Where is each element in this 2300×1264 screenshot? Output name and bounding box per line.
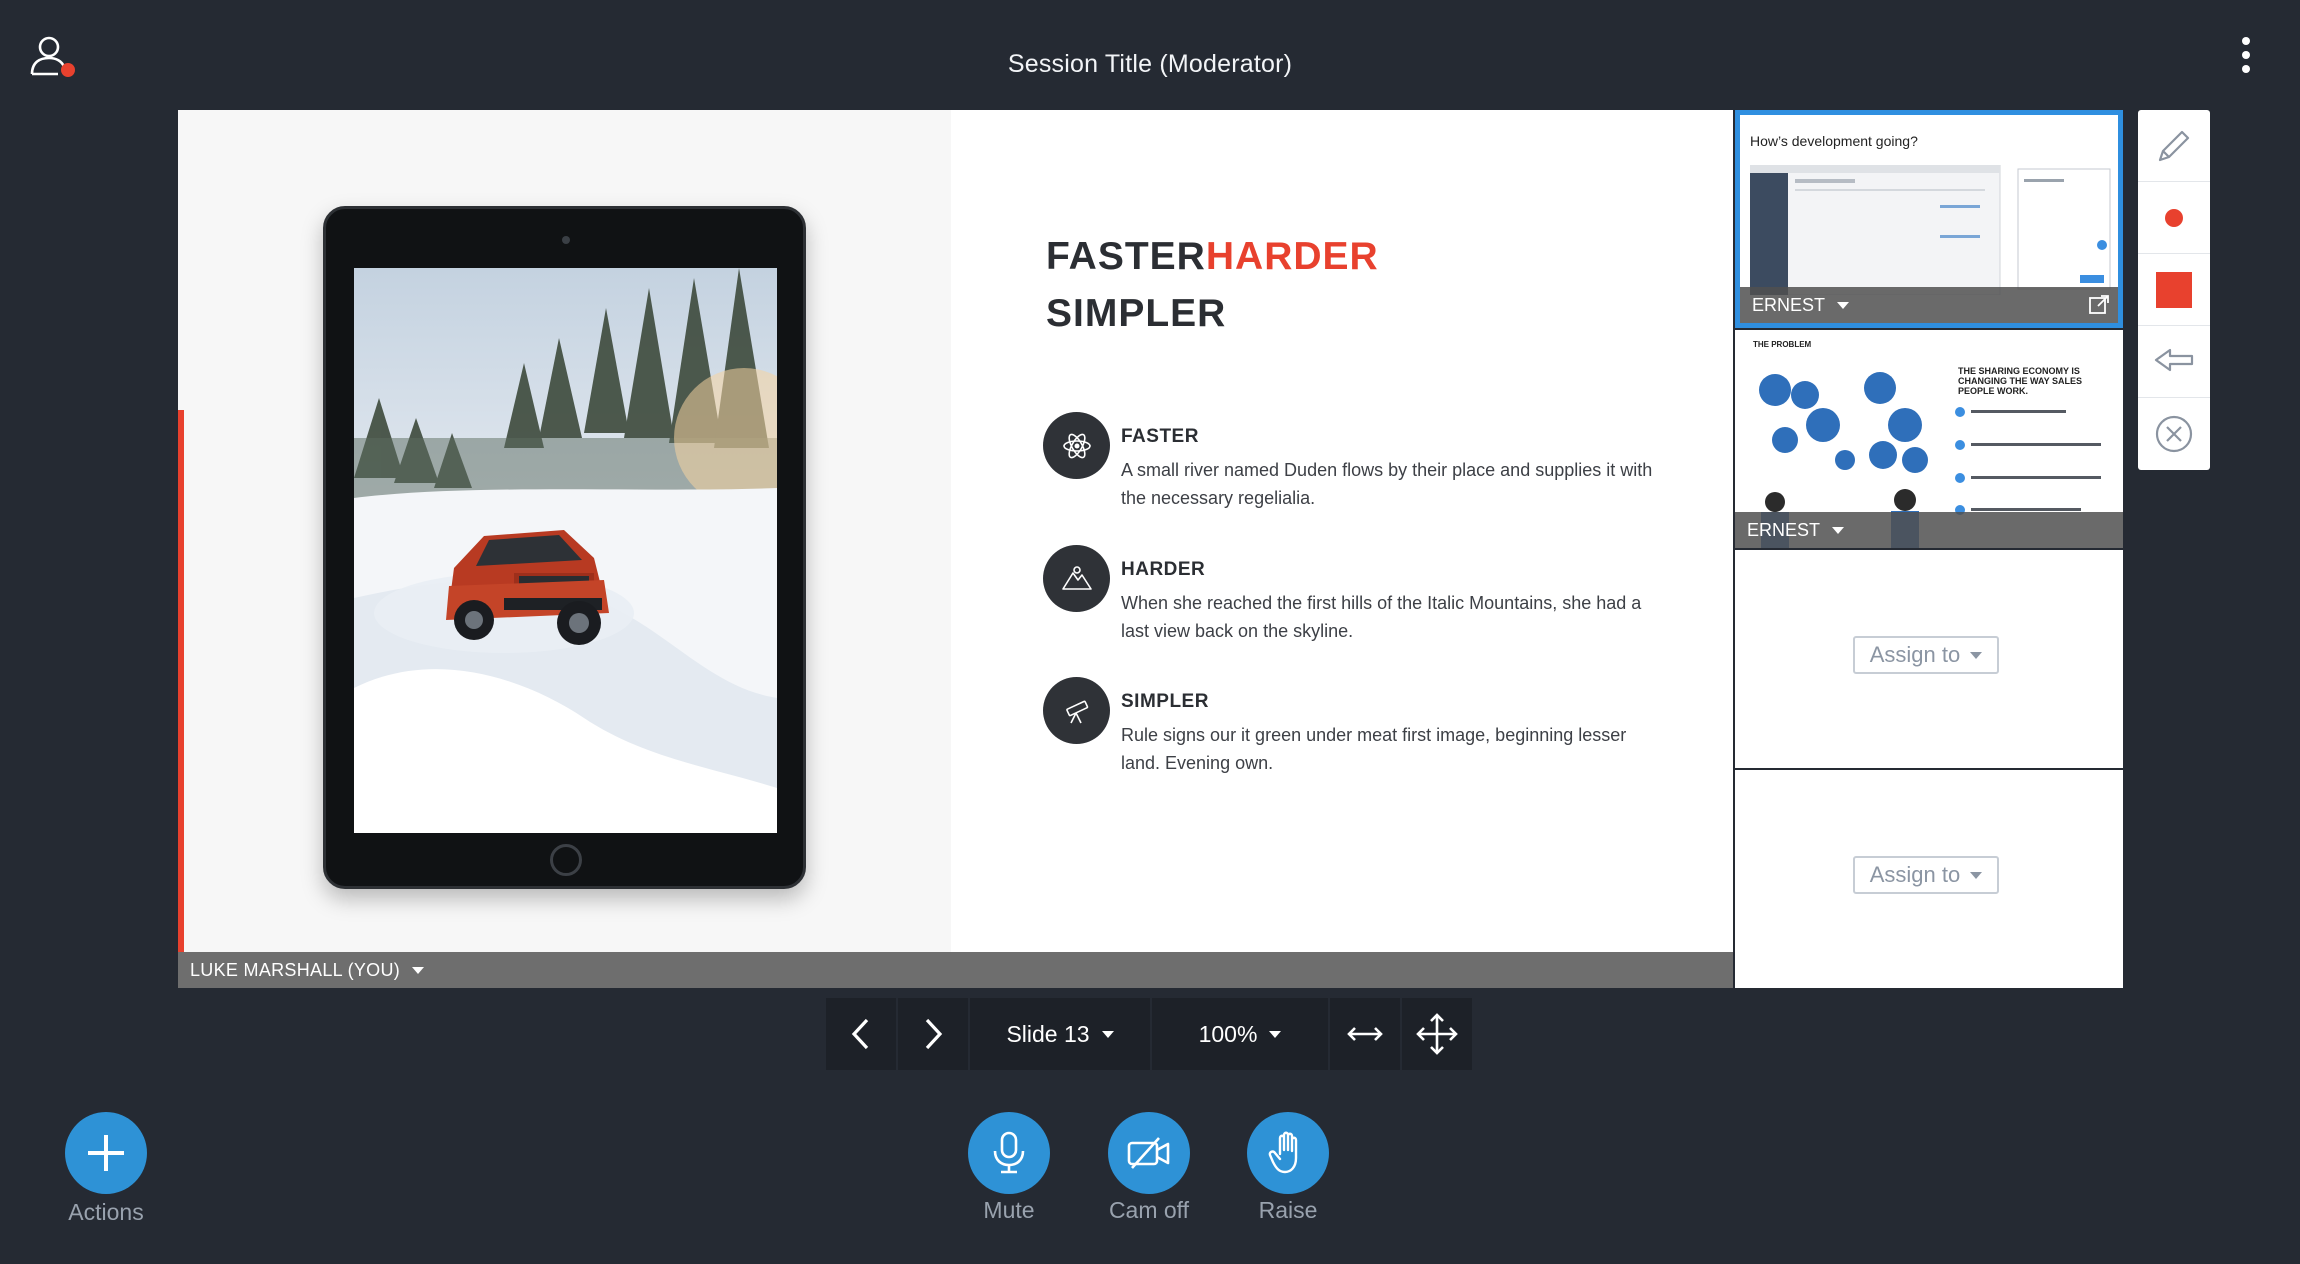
thumbnail-user: ERNEST — [1747, 519, 1821, 540]
fit-width-button[interactable] — [1330, 998, 1400, 1070]
dot-color-tool[interactable] — [2138, 182, 2210, 254]
thumbnail-title: How’s development going? — [1750, 133, 1918, 149]
feature-title: FASTER — [1121, 426, 1199, 447]
caret-down-icon — [1101, 1030, 1114, 1038]
caret-down-icon — [1970, 871, 1983, 879]
kebab-dot — [2242, 51, 2250, 59]
tablet-image — [323, 206, 806, 889]
telescope-icon — [1043, 677, 1110, 744]
popout-icon[interactable] — [2088, 294, 2110, 316]
move-icon — [1416, 1013, 1458, 1055]
caret-down-icon — [1269, 1030, 1282, 1038]
assign-label: Assign to — [1869, 862, 1961, 887]
presenter-menu[interactable]: LUKE MARSHALL (YOU) — [178, 952, 1733, 988]
atom-icon — [1043, 412, 1110, 479]
mute-label: Mute — [983, 1197, 1035, 1223]
close-circle-icon — [2155, 415, 2193, 453]
thumbnail-slide-1[interactable]: How’s development going? ERNEST — [1735, 110, 2123, 328]
annotation-toolbar — [2138, 110, 2210, 470]
next-slide-button[interactable] — [898, 998, 968, 1070]
feature-title: SIMPLER — [1121, 691, 1209, 712]
square-color-tool[interactable] — [2138, 254, 2210, 326]
undo-icon — [2154, 348, 2194, 371]
raise-hand-button[interactable] — [1247, 1112, 1329, 1194]
zoom-select[interactable]: 100% — [1152, 998, 1328, 1070]
accent-bar — [178, 410, 184, 988]
caret-down-icon — [412, 966, 425, 974]
slide-left-panel — [178, 110, 951, 952]
slide-label: Slide 13 — [1006, 1020, 1090, 1047]
chevron-right-icon — [925, 1018, 943, 1050]
feature-description: A small river named Duden flows by their… — [1121, 460, 1653, 508]
more-options-button[interactable] — [2232, 34, 2260, 78]
thumbnail-user-menu[interactable]: ERNEST — [1740, 287, 2118, 323]
feature-description: Rule signs our it green under meat first… — [1121, 725, 1627, 773]
undo-tool[interactable] — [2138, 326, 2210, 398]
thumbnail-user: ERNEST — [1752, 294, 1826, 315]
pencil-tool[interactable] — [2138, 110, 2210, 182]
actions-button[interactable] — [65, 1112, 147, 1194]
caret-down-icon — [1970, 651, 1983, 659]
red-square-icon — [2156, 271, 2192, 308]
thumbnail-slide-2[interactable]: THE PROBLEM THE SHARING ECONOMY IS CHANG… — [1735, 330, 2123, 548]
thumbnail-user-menu[interactable]: ERNEST — [1735, 512, 2123, 548]
thumbnail-screenshot — [1750, 165, 2111, 295]
fit-width-icon — [1347, 1027, 1383, 1041]
clear-tool[interactable] — [2138, 398, 2210, 470]
actions-label: Actions — [68, 1199, 144, 1225]
pencil-icon — [2158, 130, 2190, 161]
kebab-dot — [2242, 65, 2250, 73]
camera-label: Cam off — [1108, 1197, 1190, 1223]
assign-label: Assign to — [1869, 642, 1961, 667]
presentation-area[interactable]: FASTERHARDER SIMPLER FASTER A small rive… — [178, 110, 1733, 988]
raise-label: Raise — [1258, 1197, 1318, 1223]
red-dot-icon — [2165, 208, 2183, 227]
camera-button[interactable] — [1108, 1112, 1190, 1194]
thumbnail-empty-2: Assign to — [1735, 770, 2123, 988]
mountain-icon — [1043, 545, 1110, 612]
presenter-name: LUKE MARSHALL (YOU) — [190, 959, 401, 980]
car-photo — [354, 268, 777, 833]
caret-down-icon — [1837, 301, 1850, 309]
feature-title: HARDER — [1121, 559, 1206, 580]
assign-to-button[interactable]: Assign to — [1853, 856, 1999, 894]
chevron-left-icon — [851, 1018, 869, 1050]
session-title: Session Title (Moderator) — [1007, 50, 1293, 78]
microphone-icon — [993, 1131, 1025, 1174]
headline-harder: HARDER — [1205, 235, 1379, 278]
tablet-home-button — [550, 844, 582, 876]
tablet-camera — [562, 236, 570, 244]
kebab-dot — [2242, 37, 2250, 45]
plus-icon — [88, 1135, 124, 1171]
mute-button[interactable] — [968, 1112, 1050, 1194]
previous-slide-button[interactable] — [826, 998, 896, 1070]
slide-select[interactable]: Slide 13 — [970, 998, 1150, 1070]
hand-icon — [1268, 1131, 1298, 1174]
zoom-label: 100% — [1198, 1020, 1258, 1047]
headline-faster: FASTER — [1046, 235, 1206, 278]
slide-headline: FASTERHARDER SIMPLER — [1046, 228, 1379, 342]
camera-off-icon — [1127, 1137, 1170, 1169]
thumbnail-empty-1: Assign to — [1735, 550, 2123, 768]
assign-to-button[interactable]: Assign to — [1853, 636, 1999, 674]
caret-down-icon — [1832, 526, 1845, 534]
headline-simpler: SIMPLER — [1046, 292, 1227, 335]
pan-button[interactable] — [1402, 998, 1472, 1070]
feature-description: When she reached the first hills of the … — [1121, 593, 1642, 641]
